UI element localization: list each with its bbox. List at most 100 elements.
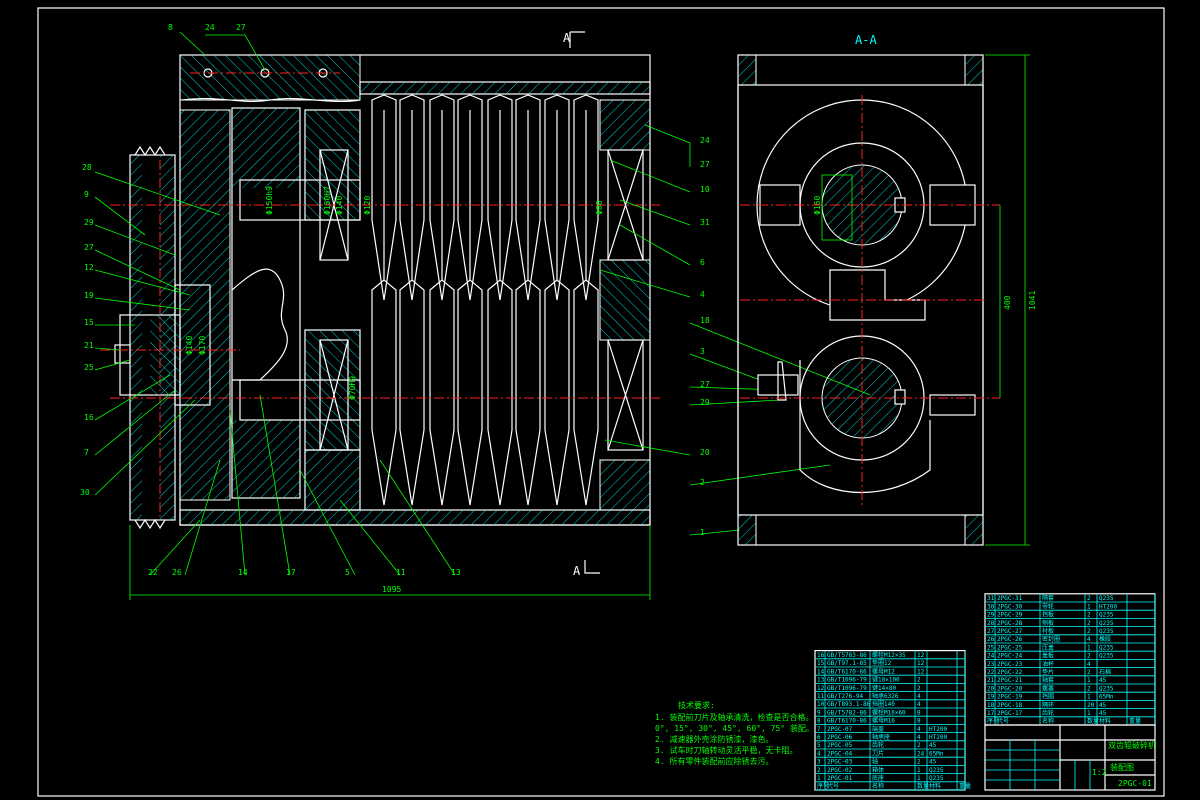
- bom-cell: 12: [917, 660, 925, 667]
- bom-cell: 17: [987, 710, 995, 717]
- callout-label: 4: [700, 290, 705, 299]
- note-line-1: 1. 装配前刀片及轴承清洗，检查是否合格。: [655, 712, 813, 722]
- bom-cell: 2PGC-24: [997, 653, 1023, 660]
- leader-line: [689, 353, 761, 381]
- bom-cell: 2PGC-02: [827, 767, 853, 774]
- bom-table-left: 16 GB/T5783-86 螺栓M12×35 1215 GB/T97.1-85 垫圈12…: [814, 649, 971, 791]
- bom-cell: Q235: [929, 767, 944, 774]
- bom-cell: 名称: [1042, 717, 1054, 725]
- bom-cell: 盖板: [1042, 652, 1054, 660]
- bom-cell: 2PGC-21: [997, 677, 1023, 684]
- callout-label: 27: [236, 23, 246, 32]
- dim-h: Φ170: [198, 336, 207, 355]
- bom-cell: 2PGC-06: [827, 734, 853, 741]
- title-part-name: 装配图: [1110, 762, 1134, 772]
- bom-cell: 4: [817, 750, 821, 757]
- callout-label: 27: [700, 380, 710, 389]
- technical-notes: 技术要求: 1. 装配前刀片及轴承清洗，检查是否合格。 0°, 15°, 30°…: [655, 700, 814, 766]
- bom-cell: 8: [817, 718, 821, 725]
- bom-cell: 材料: [1099, 717, 1111, 725]
- dim-a: Φ150h9: [265, 186, 274, 215]
- bom-cell: 2: [917, 759, 921, 766]
- bom-cell: 8: [917, 718, 921, 725]
- bom-cell: 挡圈: [1042, 693, 1054, 701]
- bom-table-right: 31 2PGC-31 隔套 2 Q23530 2PGC-30 带轮 1 HT20029 2PGC-…: [984, 593, 1156, 726]
- dim-overall-height: 1041: [1028, 291, 1037, 310]
- bom-cell: 螺栓M16×60: [872, 708, 906, 716]
- leader-line: [689, 529, 741, 536]
- bom-cell: 油杯: [1042, 660, 1054, 668]
- bom-cell: 2: [1087, 653, 1091, 660]
- callout-label: 17: [286, 568, 296, 577]
- bom-cell: 2PGC-27: [997, 628, 1023, 635]
- bom-cell: 衬板: [1042, 627, 1054, 635]
- cutter-blade-lower: [487, 279, 513, 506]
- bom-cell: 2PGC-01: [827, 775, 853, 782]
- bom-cell: 重量: [959, 782, 971, 790]
- cutter-blade-lower: [573, 279, 599, 506]
- bom-cell: 2: [1087, 612, 1091, 619]
- bom-cell: 密封圈: [1042, 635, 1060, 643]
- bom-cell: 30: [987, 603, 995, 610]
- leader-line: [94, 269, 191, 296]
- bom-cell: 底座: [872, 774, 884, 782]
- bom-cell: 3: [817, 759, 821, 766]
- bom-cell: 2: [917, 685, 921, 692]
- bom-cell: 2PGC-05: [827, 742, 853, 749]
- bom-cell: 45: [1099, 702, 1107, 709]
- bom-cell: 2PGC-19: [997, 694, 1023, 701]
- bom-cell: 代号: [997, 717, 1009, 725]
- bom-cell: Q235: [1099, 628, 1114, 635]
- note-line-2: 0°, 15°, 30°, 45°, 60°, 75° 装配。: [655, 723, 814, 733]
- section-mark-bottom: A: [573, 564, 581, 578]
- bom-cell: 65Mn: [1099, 694, 1114, 701]
- note-line-5: 4. 所有零件装配前应除锈去污。: [655, 756, 773, 766]
- dim-e: Φ80: [595, 200, 604, 215]
- bom-cell: 45: [1099, 677, 1107, 684]
- leader-line: [604, 439, 691, 456]
- bom-cell: 45: [1099, 710, 1107, 717]
- title-block: 双齿辊破碎机 装配图 1:2 2PGC-01: [984, 724, 1156, 791]
- cutter-blade-lower: [515, 279, 541, 506]
- callout-label: 16: [84, 413, 94, 422]
- callout-label: 5: [345, 568, 350, 577]
- bom-cell: 15: [817, 660, 825, 667]
- bom-cell: 1: [1087, 603, 1091, 610]
- bom-cell: 45: [929, 759, 937, 766]
- callout-label: 15: [84, 318, 94, 327]
- bom-cell: 25: [987, 644, 995, 651]
- callout-label: 20: [700, 448, 710, 457]
- bom-cell: 21: [987, 677, 995, 684]
- bom-cell: 轴套: [1042, 676, 1054, 684]
- bom-cell: 1: [917, 775, 921, 782]
- bom-cell: 2PGC-18: [997, 702, 1023, 709]
- leader-line: [94, 359, 131, 371]
- bom-cell: 重量: [1129, 717, 1141, 725]
- bom-cell: 19: [987, 694, 995, 701]
- bom-cell: 12: [917, 652, 925, 659]
- bom-cell: 2: [817, 767, 821, 774]
- bom-cell: 螺栓M12×35: [872, 651, 906, 659]
- callout-label: 8: [168, 23, 173, 32]
- bom-cell: 11: [817, 693, 825, 700]
- callout-label: 26: [172, 568, 182, 577]
- bom-cell: GB/T276-94: [827, 693, 864, 700]
- callout-label: 2: [700, 478, 705, 487]
- callout-label: 29: [700, 398, 710, 407]
- callout-label: 24: [205, 23, 215, 32]
- bom-cell: GB/T5783-86: [827, 652, 867, 659]
- bom-cell: 22: [987, 669, 995, 676]
- callout-label: 12: [84, 263, 94, 272]
- bom-cell: 12: [817, 685, 825, 692]
- bom-cell: 45: [929, 742, 937, 749]
- bom-cell: 24: [987, 653, 995, 660]
- callout-label: 13: [451, 568, 461, 577]
- leader-line: [179, 31, 206, 56]
- bom-cell: 1: [1087, 677, 1091, 684]
- bom-cell: 4: [917, 734, 921, 741]
- bom-cell: 轴: [872, 758, 878, 766]
- leader-line: [644, 124, 691, 144]
- dim-f: Φ70H9: [348, 376, 357, 400]
- callout-label: 6: [700, 258, 705, 267]
- bom-cell: 代号: [827, 782, 839, 790]
